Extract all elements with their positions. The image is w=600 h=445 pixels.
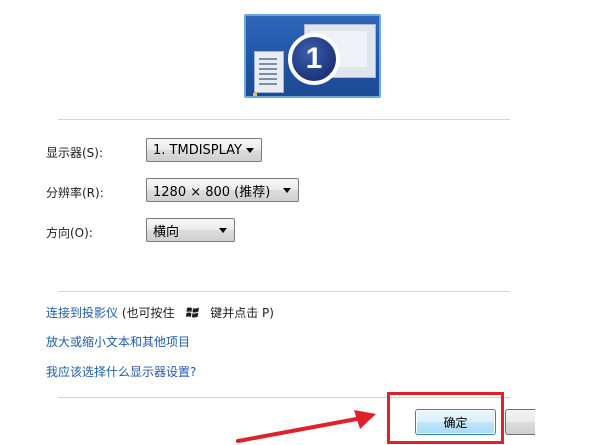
annotation-arrow: [236, 410, 376, 443]
middle-divider: [58, 291, 510, 292]
resolution-label: 分辨率(R):: [46, 186, 104, 200]
projector-row: 连接到投影仪 (也可按住 键并点击 P): [46, 304, 274, 321]
display-select-value: 1. TMDISPLAY: [153, 142, 242, 158]
display-select[interactable]: 1. TMDISPLAY: [146, 138, 262, 162]
chevron-down-icon: [283, 187, 291, 193]
orientation-select-value: 横向: [153, 224, 180, 240]
projector-hint-prefix: (也可按住: [121, 306, 175, 320]
connect-projector-link[interactable]: 连接到投影仪: [46, 306, 118, 320]
resolution-select[interactable]: 1280 × 800 (推荐): [146, 178, 299, 202]
projector-hint-suffix: 键并点击 P): [210, 306, 274, 320]
monitor-preview[interactable]: 1: [244, 14, 381, 98]
highlight-box: [387, 392, 504, 444]
display-label: 显示器(S):: [46, 146, 104, 160]
chevron-down-icon: [246, 147, 254, 153]
resolution-select-value: 1280 × 800 (推荐): [153, 184, 271, 200]
orientation-label: 方向(O):: [46, 226, 93, 240]
top-divider: [58, 119, 510, 120]
text-size-link[interactable]: 放大或缩小文本和其他项目: [46, 333, 190, 350]
preview-panel-graphic: [254, 51, 284, 93]
orientation-select[interactable]: 横向: [146, 218, 235, 242]
cancel-button[interactable]: [505, 409, 535, 435]
preview-dot: [253, 93, 257, 96]
windows-logo-icon: [186, 307, 200, 318]
chevron-down-icon: [219, 227, 227, 233]
display-help-link[interactable]: 我应该选择什么显示器设置?: [46, 363, 196, 380]
monitor-number-badge: 1: [288, 33, 340, 85]
